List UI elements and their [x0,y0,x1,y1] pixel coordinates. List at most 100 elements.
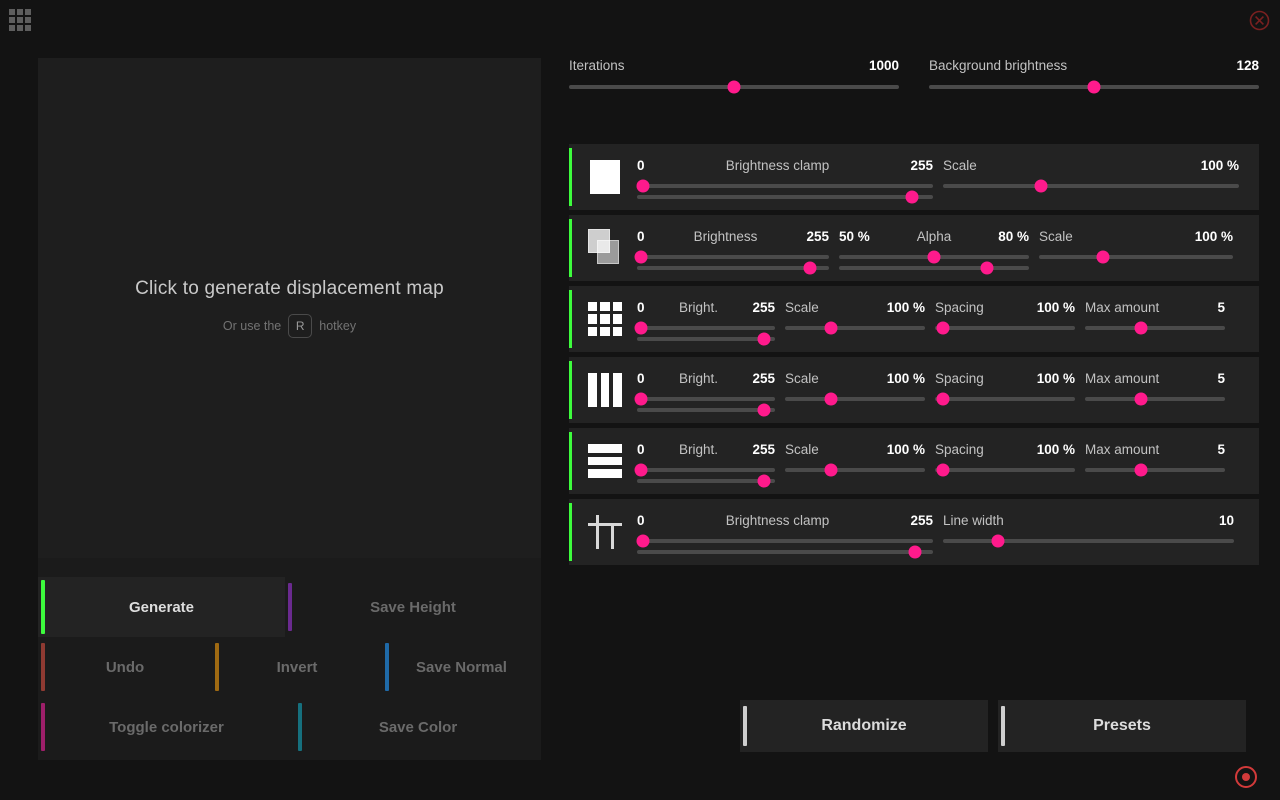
control-max-track[interactable] [839,261,1029,275]
control-min-knob[interactable] [634,392,648,406]
control-max-track[interactable] [637,332,775,346]
control-knob[interactable] [936,463,950,477]
control-knob[interactable] [991,534,1005,548]
control-brightness-clamp[interactable]: 0 Brightness clamp 255 [636,513,933,559]
background-brightness-label: Background brightness [929,58,1068,73]
iterations-slider[interactable]: Iterations 1000 [569,58,899,94]
iterations-track[interactable] [569,80,899,94]
control-track[interactable] [785,321,925,335]
control-track[interactable] [1085,392,1225,406]
control-min-knob[interactable] [634,463,648,477]
control-scale[interactable]: Scale 100 % [1039,229,1233,270]
background-brightness-track[interactable] [929,80,1259,94]
control-min-knob[interactable] [927,250,941,264]
undo-button[interactable]: Undo [38,637,212,697]
control-max-knob[interactable] [905,190,919,204]
control-max-track[interactable] [637,190,933,204]
control-knob[interactable] [936,392,950,406]
control-max-knob[interactable] [757,332,771,346]
control-scale[interactable]: Scale 100 % [785,371,925,412]
control-max-track[interactable] [637,474,775,488]
control-max-knob[interactable] [757,403,771,417]
background-brightness-knob[interactable] [1087,80,1101,94]
control-bright[interactable]: 0 Bright. 255 [634,442,775,488]
control-bright[interactable]: 0 Bright. 255 [634,371,775,417]
control-min-track[interactable] [634,250,829,264]
control-track[interactable] [785,392,925,406]
control-spacing[interactable]: Spacing 100 % [935,442,1075,483]
control-min-knob[interactable] [636,534,650,548]
control-track[interactable] [943,534,1234,548]
control-max-amount[interactable]: Max amount 5 [1085,371,1225,412]
control-max-knob[interactable] [803,261,817,275]
cross-lines-icon[interactable] [573,509,637,555]
control-track[interactable] [935,392,1075,406]
close-circle-icon[interactable] [1249,10,1270,31]
control-line-width[interactable]: Line width 10 [943,513,1234,554]
stacked-squares-icon[interactable] [573,225,637,271]
control-knob[interactable] [1034,179,1048,193]
randomize-button[interactable]: Randomize [740,700,988,752]
presets-button[interactable]: Presets [998,700,1246,752]
control-knob[interactable] [1134,392,1148,406]
control-min-knob[interactable] [636,179,650,193]
save-normal-button[interactable]: Save Normal [382,637,541,697]
control-scale[interactable]: Scale 100 % [785,442,925,483]
control-max-track[interactable] [637,403,775,417]
layer-accent-bar [569,219,572,277]
control-knob[interactable] [824,463,838,477]
control-track[interactable] [1039,250,1233,264]
grid-3x3-icon[interactable] [573,296,637,342]
control-min-knob[interactable] [634,250,648,264]
control-knob[interactable] [824,392,838,406]
control-track[interactable] [1085,463,1225,477]
control-min-track[interactable] [634,392,775,406]
invert-button[interactable]: Invert [212,637,382,697]
iterations-knob[interactable] [727,80,741,94]
control-min-knob[interactable] [634,321,648,335]
control-min-track[interactable] [634,321,775,335]
control-track[interactable] [943,179,1239,193]
control-max-knob[interactable] [757,474,771,488]
control-spacing[interactable]: Spacing 100 % [935,371,1075,412]
control-knob[interactable] [1096,250,1110,264]
control-brightness-clamp[interactable]: 0 Brightness clamp 255 [636,158,933,204]
control-value: 5 [1217,300,1225,315]
control-track[interactable] [785,463,925,477]
rows-icon[interactable] [573,438,637,484]
control-min-track[interactable] [839,250,1029,264]
control-track[interactable] [935,463,1075,477]
control-max-track[interactable] [637,545,933,559]
control-max-knob[interactable] [908,545,922,559]
columns-icon[interactable] [573,367,637,413]
control-min-track[interactable] [636,179,933,193]
control-max-track[interactable] [637,261,829,275]
save-height-button[interactable]: Save Height [285,577,541,637]
control-max-knob[interactable] [980,261,994,275]
control-bright[interactable]: 0 Bright. 255 [634,300,775,346]
control-track[interactable] [1085,321,1225,335]
control-knob[interactable] [936,321,950,335]
generate-button[interactable]: Generate [38,577,285,637]
control-knob[interactable] [824,321,838,335]
toggle-colorizer-button[interactable]: Toggle colorizer [38,697,295,757]
control-knob[interactable] [1134,463,1148,477]
apps-grid-icon[interactable] [9,9,31,31]
control-knob[interactable] [1134,321,1148,335]
background-brightness-slider[interactable]: Background brightness 128 [929,58,1259,94]
control-spacing[interactable]: Spacing 100 % [935,300,1075,341]
control-brightness[interactable]: 0 Brightness 255 [634,229,829,275]
control-min-track[interactable] [636,534,933,548]
record-icon[interactable] [1234,765,1258,789]
displacement-map-preview[interactable]: Click to generate displacement map Or us… [38,58,541,558]
control-max-amount[interactable]: Max amount 5 [1085,300,1225,341]
control-scale[interactable]: Scale 100 % [785,300,925,341]
control-min-track[interactable] [634,463,775,477]
control-alpha[interactable]: 50 % Alpha 80 % [839,229,1029,275]
control-track[interactable] [935,321,1075,335]
control-min-value: 0 [637,229,645,244]
solid-square-icon[interactable] [573,154,637,200]
control-scale[interactable]: Scale 100 % [943,158,1239,199]
save-color-button[interactable]: Save Color [295,697,541,757]
control-max-amount[interactable]: Max amount 5 [1085,442,1225,483]
